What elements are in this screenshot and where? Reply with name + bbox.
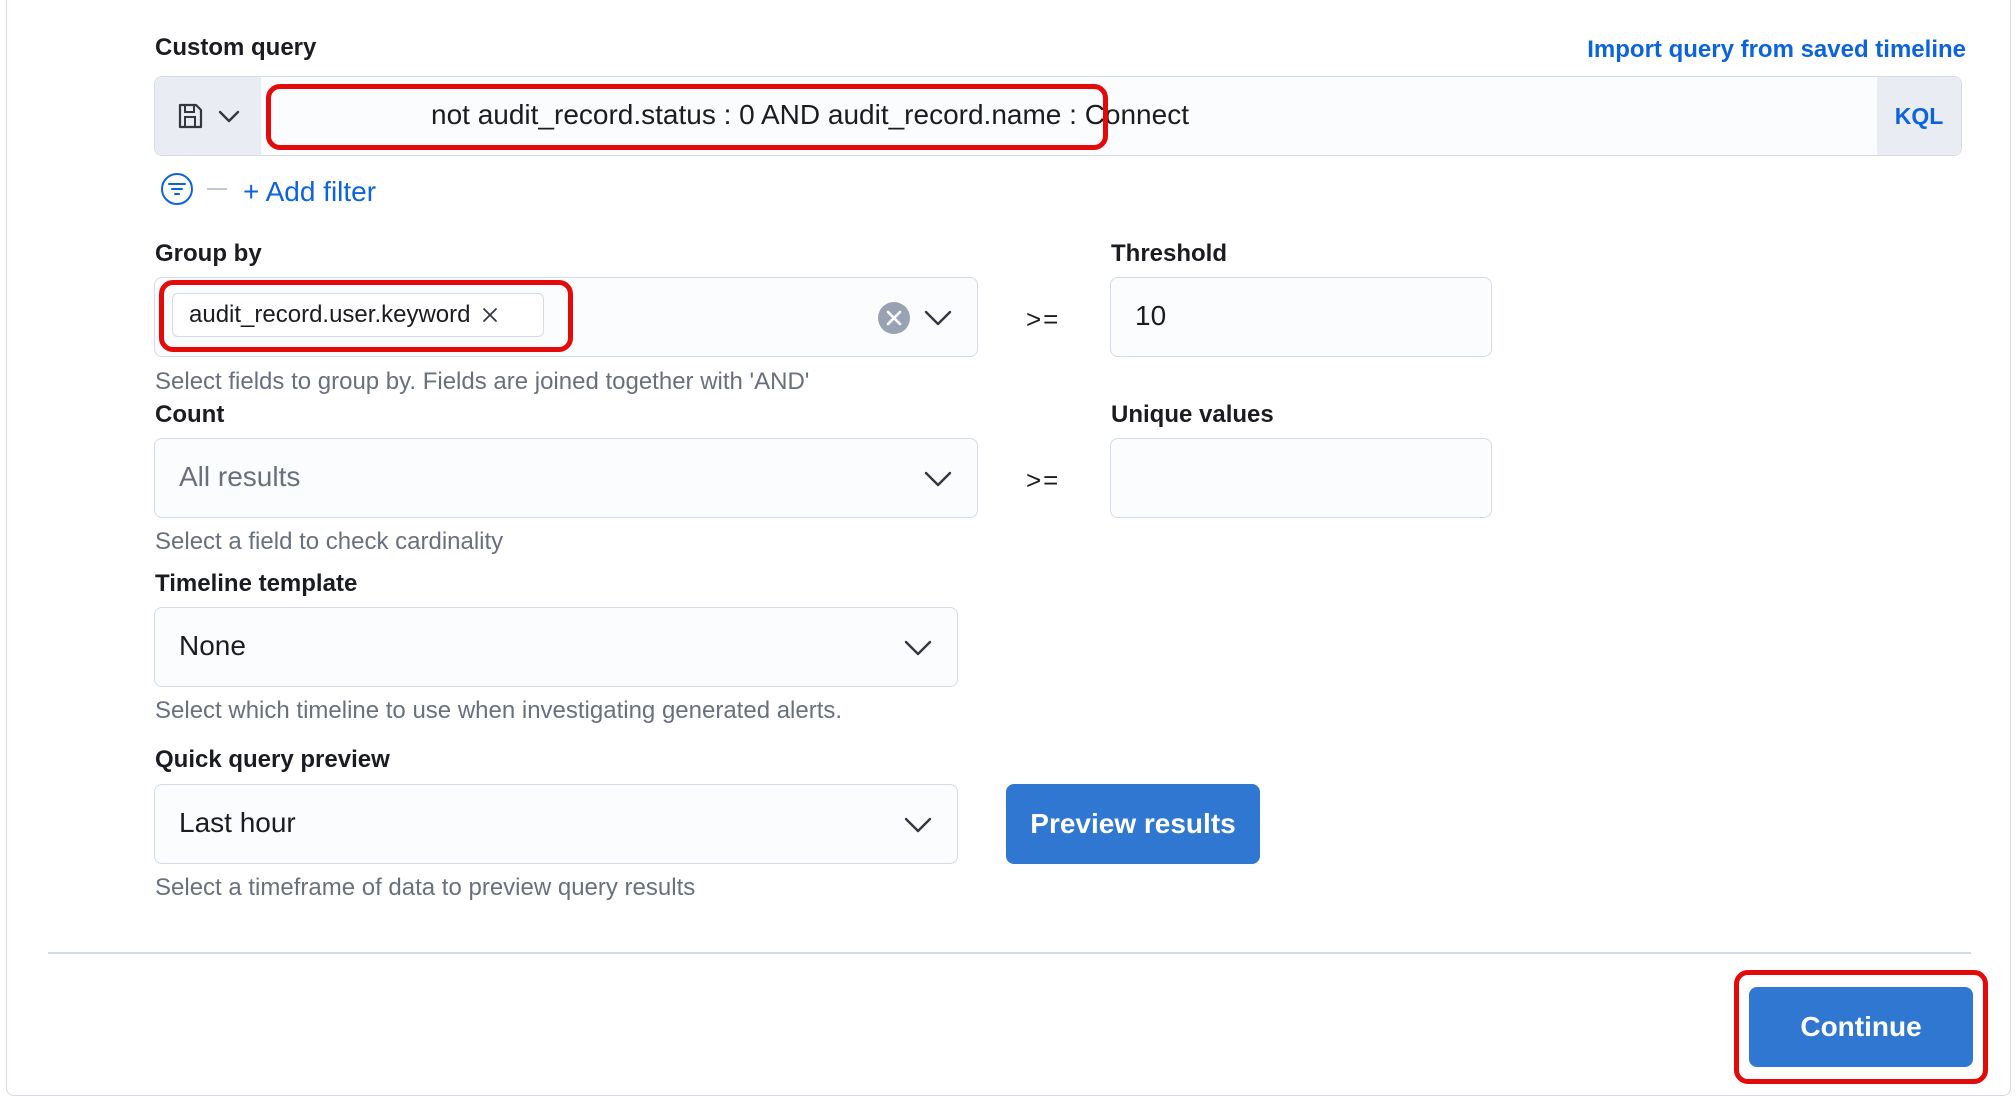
- group-by-pill: audit_record.user.keyword: [172, 293, 544, 337]
- unique-values-label: Unique values: [1111, 401, 1274, 428]
- clear-icon[interactable]: [877, 301, 911, 335]
- timeframe-select[interactable]: Last hour: [154, 784, 958, 864]
- query-text: not audit_record.status : 0 AND audit_re…: [431, 99, 1189, 130]
- timeline-template-select[interactable]: None: [154, 607, 958, 687]
- chevron-down-icon: [218, 110, 240, 123]
- unique-values-operator: >=: [1026, 465, 1061, 495]
- saved-query-menu-button[interactable]: [155, 77, 261, 155]
- count-placeholder: All results: [179, 461, 301, 492]
- group-by-pill-label: audit_record.user.keyword: [189, 301, 471, 328]
- count-help: Select a field to check cardinality: [155, 528, 504, 555]
- timeline-template-help: Select which timeline to use when invest…: [155, 697, 843, 724]
- preview-results-button[interactable]: Preview results: [1006, 784, 1260, 864]
- chevron-down-icon[interactable]: [923, 308, 953, 328]
- threshold-operator: >=: [1026, 304, 1061, 334]
- chevron-down-icon[interactable]: [923, 469, 953, 489]
- filter-icon[interactable]: [160, 172, 194, 206]
- quick-query-preview-help: Select a timeframe of data to preview qu…: [155, 874, 696, 901]
- chevron-down-icon[interactable]: [903, 638, 933, 658]
- query-language-button[interactable]: KQL: [1877, 77, 1961, 155]
- add-filter-button[interactable]: + Add filter: [243, 176, 376, 208]
- save-icon: [178, 103, 203, 129]
- timeline-template-value: None: [179, 630, 246, 661]
- continue-button[interactable]: Continue: [1749, 987, 1973, 1067]
- group-by-label: Group by: [155, 240, 262, 267]
- query-input[interactable]: not audit_record.status : 0 AND audit_re…: [261, 77, 1876, 155]
- custom-query-label: Custom query: [155, 34, 317, 61]
- threshold-value: 10: [1135, 300, 1167, 331]
- close-icon[interactable]: [482, 307, 498, 323]
- filter-separator: [207, 188, 227, 190]
- group-by-help: Select fields to group by. Fields are jo…: [155, 368, 810, 395]
- footer-divider: [48, 952, 1971, 954]
- timeframe-value: Last hour: [179, 807, 296, 838]
- query-bar: not audit_record.status : 0 AND audit_re…: [154, 76, 1962, 156]
- timeline-template-label: Timeline template: [155, 570, 358, 597]
- unique-values-input[interactable]: [1110, 438, 1492, 518]
- count-combobox[interactable]: All results: [154, 438, 978, 518]
- import-query-link[interactable]: Import query from saved timeline: [1587, 36, 1966, 64]
- chevron-down-icon[interactable]: [903, 815, 933, 835]
- threshold-input[interactable]: 10: [1110, 277, 1492, 357]
- threshold-label: Threshold: [1111, 240, 1228, 267]
- quick-query-preview-label: Quick query preview: [155, 746, 390, 773]
- count-label: Count: [155, 401, 225, 428]
